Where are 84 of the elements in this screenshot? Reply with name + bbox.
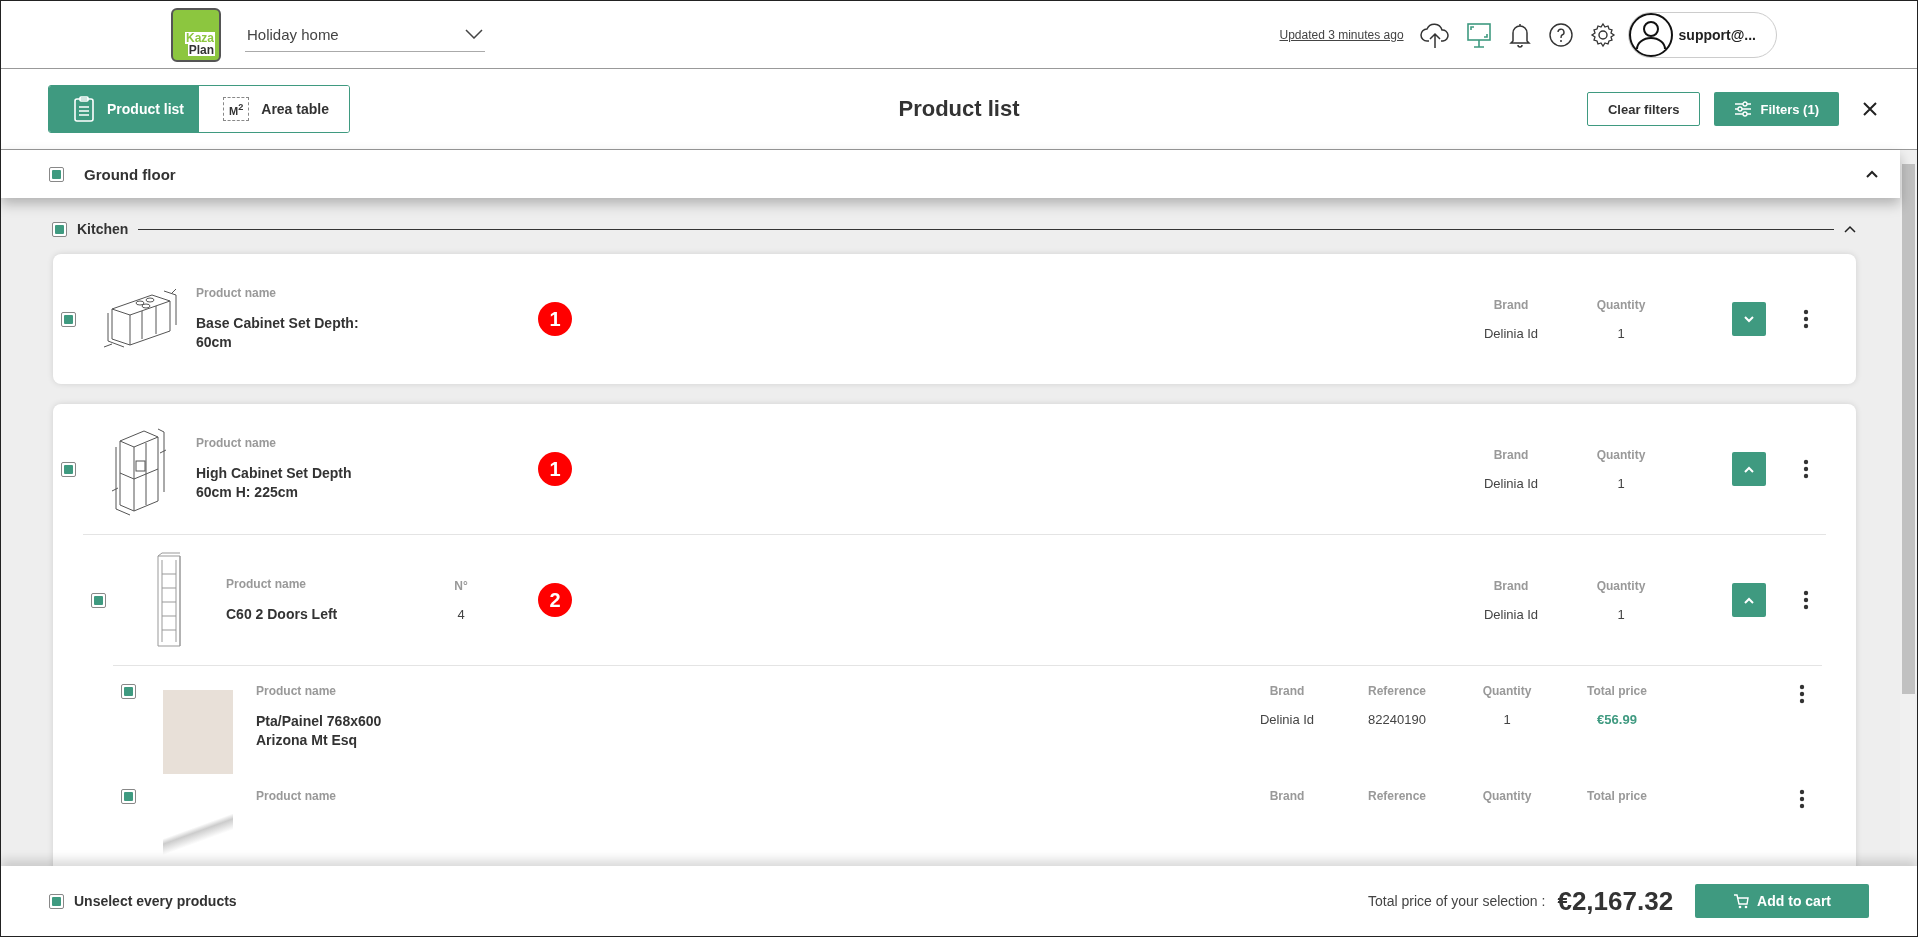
column-label: Product name	[226, 576, 307, 591]
clipboard-icon	[73, 95, 95, 123]
table-cell: 1	[1617, 606, 1625, 622]
column-label: Product name	[256, 789, 337, 803]
product-name: Base Cabinet Set Depth: 60cm	[196, 314, 360, 352]
sliders-icon	[1734, 101, 1753, 117]
table-cell: Delinia Id	[1259, 712, 1315, 727]
total-label: Total price of your selection :	[1368, 893, 1546, 909]
column-label: Quantity	[1482, 789, 1532, 803]
close-icon[interactable]	[1863, 102, 1877, 116]
clear-filters-button[interactable]: Clear filters	[1586, 92, 1701, 126]
more-options-icon[interactable]	[1803, 459, 1809, 479]
column-label: Reference	[1368, 684, 1426, 698]
chevron-down-icon	[465, 29, 483, 39]
more-options-icon[interactable]	[1803, 309, 1809, 329]
table-cell: Delinia Id	[1483, 475, 1539, 491]
column-label: Product name	[256, 684, 337, 698]
column-label: Product name	[196, 286, 277, 300]
checkbox[interactable]	[91, 592, 106, 608]
total-price: €2,167.32	[1557, 885, 1674, 917]
number-marker: 1	[538, 302, 572, 336]
floor-name: Ground floor	[84, 165, 176, 183]
area-icon: M$^{2}$	[223, 96, 250, 122]
checkbox[interactable]	[61, 311, 76, 327]
product-name: C60 2 Doors Left	[226, 604, 339, 624]
logo-icon[interactable]: Kaza Plan	[171, 7, 221, 62]
table-cell: Delinia Id	[1483, 606, 1539, 622]
column-label: Brand	[1269, 789, 1305, 803]
table-cell: €56.99	[1597, 712, 1637, 727]
checkbox[interactable]	[121, 684, 136, 699]
page-title: Product list	[897, 96, 1021, 122]
settings-icon[interactable]	[1589, 21, 1616, 48]
more-options-icon[interactable]	[1799, 789, 1805, 809]
expand-toggle-button[interactable]	[1732, 452, 1766, 486]
avatar-icon	[1628, 12, 1673, 57]
user-menu-button[interactable]: support@...	[1627, 11, 1777, 58]
column-label: Product name	[196, 436, 277, 450]
table-cell: Delinia Id	[1483, 325, 1539, 341]
checkbox[interactable]	[61, 461, 76, 477]
column-label: Brand	[1493, 297, 1529, 312]
expand-toggle-button[interactable]	[1732, 302, 1766, 336]
bell-icon[interactable]	[1507, 21, 1532, 48]
column-label: Reference	[1368, 789, 1426, 803]
checkbox[interactable]	[49, 893, 64, 909]
unselect-label: Unselect every products	[74, 893, 237, 909]
more-options-icon[interactable]	[1803, 590, 1809, 610]
more-options-icon[interactable]	[1799, 684, 1805, 704]
number-marker: 1	[538, 452, 572, 486]
caret-icon	[1744, 465, 1754, 473]
cloud-upload-icon[interactable]	[1419, 20, 1450, 49]
column-label: Brand	[1493, 578, 1529, 593]
room-name: Kitchen	[77, 221, 129, 237]
column-label: N°	[454, 578, 468, 593]
monitor-icon[interactable]	[1465, 20, 1492, 49]
column-label: Brand	[1269, 684, 1305, 698]
table-cell: 1	[1503, 712, 1511, 727]
product-name: Pta/Painel 768x600 Arizona Mt Esq	[256, 712, 383, 750]
column-label: Quantity	[1482, 684, 1532, 698]
scrollbar[interactable]	[1900, 150, 1917, 866]
cart-icon	[1733, 893, 1750, 909]
table-cell: 82240190	[1368, 712, 1426, 727]
column-label: Total price	[1587, 789, 1647, 803]
checkbox[interactable]	[52, 221, 67, 237]
column-label: Quantity	[1596, 578, 1646, 593]
table-cell: 4	[457, 606, 465, 622]
checkbox[interactable]	[49, 166, 64, 182]
table-cell: 1	[1617, 325, 1625, 341]
column-label: Quantity	[1596, 447, 1646, 462]
logo-text: Kaza	[185, 31, 215, 44]
caret-icon[interactable]	[1866, 170, 1878, 178]
number-marker: 2	[538, 583, 572, 617]
product-name: High Cabinet Set Depth 60cm H: 225cm	[196, 464, 353, 502]
updated-link[interactable]: Updated 3 minutes ago	[1279, 27, 1404, 42]
column-label: Total price	[1587, 684, 1647, 698]
project-dropdown[interactable]: Holiday home	[245, 17, 485, 52]
caret-icon	[1744, 596, 1754, 604]
caret-icon	[1744, 315, 1754, 323]
expand-toggle-button[interactable]	[1732, 583, 1766, 617]
checkbox[interactable]	[121, 789, 136, 804]
column-label: Quantity	[1596, 297, 1646, 312]
caret-icon[interactable]	[1844, 225, 1856, 233]
help-icon[interactable]	[1547, 21, 1574, 48]
table-cell: 1	[1617, 475, 1625, 491]
column-label: Brand	[1493, 447, 1529, 462]
